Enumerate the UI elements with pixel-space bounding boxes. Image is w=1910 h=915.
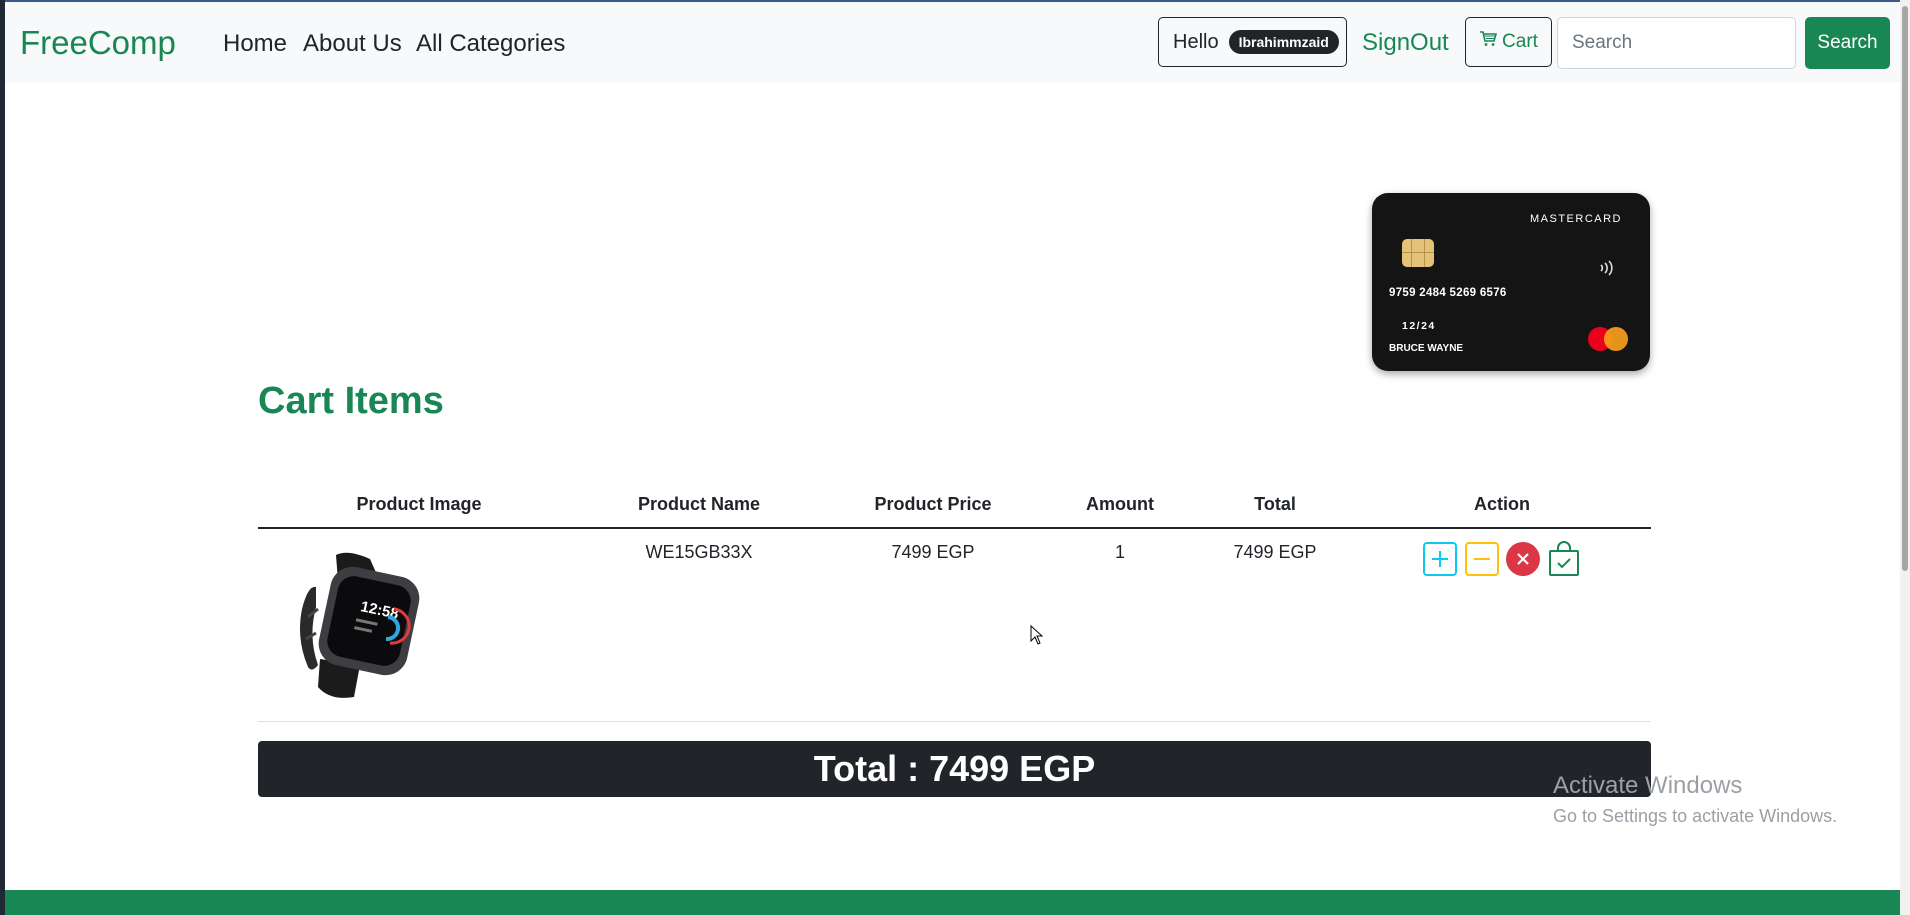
username-badge: Ibrahimmzaid (1228, 30, 1339, 54)
contactless-icon (1598, 259, 1614, 282)
page-scrollbar[interactable] (1900, 0, 1910, 915)
column-product-price: Product Price (874, 494, 992, 514)
windows-activation-subtitle: Go to Settings to activate Windows. (1553, 806, 1838, 826)
remove-item-button[interactable] (1506, 542, 1540, 576)
search-button[interactable]: Search (1805, 17, 1890, 69)
hello-label: Hello (1173, 30, 1219, 53)
table-row-divider (258, 721, 1651, 722)
increase-quantity-button[interactable] (1423, 542, 1457, 576)
nav-about-us[interactable]: About Us (303, 30, 402, 58)
scrollbar-thumb[interactable] (1902, 6, 1908, 571)
checkout-bag-icon (1549, 541, 1579, 576)
column-product-name: Product Name (637, 494, 761, 514)
column-product-image: Product Image (356, 494, 482, 514)
card-expiry: 12/24 (1402, 320, 1436, 332)
remove-icon (1517, 553, 1529, 565)
window-left-border (0, 0, 5, 915)
card-holder: BRUCE WAYNE (1389, 343, 1464, 354)
column-action: Action (1474, 494, 1530, 514)
windows-activation-title: Activate Windows (1553, 772, 1743, 799)
user-greeting-button[interactable]: Hello Ibrahimmzaid (1158, 17, 1347, 67)
nav-home[interactable]: Home (223, 30, 287, 58)
cart-total-bar: Total : 7499 EGP (258, 741, 1651, 797)
footer (5, 890, 1900, 915)
card-brand: MASTERCARD (1529, 213, 1622, 225)
signout-link[interactable]: SignOut (1362, 29, 1449, 57)
cart-title: Cart Items (258, 380, 444, 422)
search-input[interactable] (1557, 17, 1796, 69)
column-amount: Amount (1086, 494, 1154, 514)
product-name: WE15GB33X (645, 542, 753, 562)
product-total: 7499 EGP (1233, 542, 1317, 562)
product-amount: 1 (1114, 542, 1126, 562)
plus-icon (1432, 551, 1448, 567)
column-total: Total (1254, 494, 1296, 514)
credit-card: MASTERCARD 9759 2484 5269 6576 12/24 BRU… (1372, 193, 1650, 371)
minus-icon (1474, 558, 1490, 560)
product-price: 7499 EGP (891, 542, 975, 562)
mastercard-logo (1588, 327, 1628, 351)
card-number: 9759 2484 5269 6576 (1389, 287, 1507, 299)
card-chip-icon (1402, 239, 1434, 267)
navbar: FreeComp Home About Us All Categories He… (5, 2, 1900, 82)
cart-button[interactable]: Cart (1465, 17, 1552, 67)
table-header-divider (258, 527, 1651, 529)
nav-all-categories[interactable]: All Categories (416, 30, 565, 58)
decrease-quantity-button[interactable] (1465, 542, 1499, 576)
cart-icon (1479, 31, 1498, 53)
product-image-smartwatch: 12:58 (300, 552, 420, 698)
brand-logo[interactable]: FreeComp (20, 24, 176, 62)
cart-label: Cart (1502, 31, 1538, 52)
cursor-icon (1030, 625, 1044, 645)
checkout-item-button[interactable] (1547, 541, 1581, 576)
